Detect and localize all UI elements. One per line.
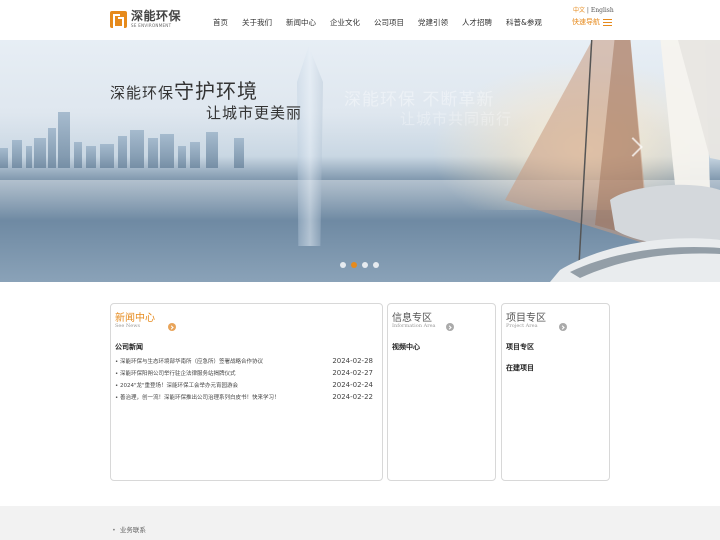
- nav-culture[interactable]: 企业文化: [330, 17, 360, 28]
- site-footer: 业务联系: [0, 506, 720, 540]
- slide-dot-2[interactable]: [351, 262, 357, 268]
- project-panel-title[interactable]: 项目专区: [506, 309, 546, 324]
- project-panel-subtitle: Project Area: [506, 323, 538, 329]
- news-item-date: 2024-02-22: [332, 393, 373, 401]
- nav-news[interactable]: 新闻中心: [286, 17, 316, 28]
- tower-building: [297, 46, 323, 246]
- news-panel-subtitle: See News: [115, 323, 141, 329]
- banner-ghost-text-1: 深能环保 不断革新: [344, 90, 495, 110]
- info-panel-title[interactable]: 信息专区: [392, 309, 432, 324]
- nav-projects[interactable]: 公司项目: [374, 17, 404, 28]
- language-switch: 中文 | English: [573, 5, 614, 14]
- news-list: • 深能环保与生态环境部华南所（应急所）签署战略合作协议 2024-02-28 …: [115, 355, 373, 403]
- slide-dot-1[interactable]: [340, 262, 346, 268]
- logo-mark-icon: [110, 10, 127, 28]
- info-panel: 信息专区 Information Area 视频中心: [387, 303, 496, 481]
- info-more-arrow-icon[interactable]: [446, 323, 454, 331]
- slogan-main: 守护环境: [174, 79, 259, 103]
- lang-english-link[interactable]: English: [591, 7, 614, 14]
- under-construction-link[interactable]: 在建项目: [506, 363, 534, 373]
- slogan-prefix: 深能环保: [110, 84, 175, 102]
- project-panel: 项目专区 Project Area 项目专区 在建项目: [501, 303, 610, 481]
- company-news-heading[interactable]: 公司新闻: [115, 342, 143, 352]
- news-panel: 新闻中心 See News 公司新闻 • 深能环保与生态环境部华南所（应急所）签…: [110, 303, 383, 481]
- news-item[interactable]: • 深能环保与生态环境部华南所（应急所）签署战略合作协议 2024-02-28: [115, 355, 373, 367]
- news-item[interactable]: • 深能环保阳朔公司举行驻企法律服务站揭牌仪式 2024-02-27: [115, 367, 373, 379]
- news-item-title[interactable]: • 深能环保与生态环境部华南所（应急所）签署战略合作协议: [115, 357, 263, 365]
- news-more-arrow-icon[interactable]: [168, 323, 176, 331]
- banner-slogan: 深能环保守护环境: [110, 75, 258, 104]
- site-header: 深能环保 SE ENVIRONMENT 中文 | English 首页 关于我们…: [0, 0, 720, 40]
- banner-slogan-line2: 让城市更美丽: [206, 104, 303, 122]
- news-item-date: 2024-02-27: [332, 369, 373, 377]
- nav-party[interactable]: 党建引领: [418, 17, 448, 28]
- project-more-arrow-icon[interactable]: [559, 323, 567, 331]
- logo-name-en: SE ENVIRONMENT: [131, 23, 172, 28]
- banner-ghost-text-2: 让城市共同前行: [400, 110, 513, 128]
- news-item-date: 2024-02-28: [332, 357, 373, 365]
- nav-home[interactable]: 首页: [213, 17, 228, 28]
- slide-dot-4[interactable]: [373, 262, 379, 268]
- news-item-title[interactable]: • 深能环保阳朔公司举行驻企法律服务站揭牌仪式: [115, 369, 236, 377]
- news-item-date: 2024-02-24: [332, 381, 373, 389]
- quick-nav-button[interactable]: 快速导航: [572, 17, 612, 27]
- sailboat-image: [505, 40, 720, 282]
- info-panel-subtitle: Information Area: [392, 323, 436, 329]
- business-contact-link[interactable]: 业务联系: [112, 524, 146, 534]
- news-item-title[interactable]: • 善治理，创一流！深能环保推出公司治理系列白皮书！快来学习！: [115, 393, 280, 401]
- logo-name-cn: 深能环保: [131, 9, 182, 23]
- nav-careers[interactable]: 人才招聘: [462, 17, 492, 28]
- nav-about[interactable]: 关于我们: [242, 17, 272, 28]
- slide-indicators: [340, 262, 384, 268]
- news-panel-title[interactable]: 新闻中心: [115, 309, 155, 324]
- main-nav: 首页 关于我们 新闻中心 企业文化 公司项目 党建引领 人才招聘 科普&参观: [213, 17, 556, 28]
- slide-dot-3[interactable]: [362, 262, 368, 268]
- nav-science[interactable]: 科普&参观: [506, 17, 542, 28]
- quick-nav-label: 快速导航: [572, 18, 600, 26]
- news-item-title[interactable]: • 2024"龙"重登场！深能环保工会举办元宵园游会: [115, 381, 238, 389]
- project-area-link[interactable]: 项目专区: [506, 342, 534, 352]
- video-center-link[interactable]: 视频中心: [392, 342, 420, 352]
- news-item[interactable]: • 2024"龙"重登场！深能环保工会举办元宵园游会 2024-02-24: [115, 379, 373, 391]
- menu-icon: [603, 18, 612, 26]
- hero-banner[interactable]: 深能环保守护环境 让城市更美丽 深能环保 不断革新 让城市共同前行: [0, 40, 720, 282]
- logo[interactable]: 深能环保 SE ENVIRONMENT: [110, 10, 181, 28]
- news-item[interactable]: • 善治理，创一流！深能环保推出公司治理系列白皮书！快来学习！ 2024-02-…: [115, 391, 373, 403]
- lang-chinese-link[interactable]: 中文: [573, 7, 585, 14]
